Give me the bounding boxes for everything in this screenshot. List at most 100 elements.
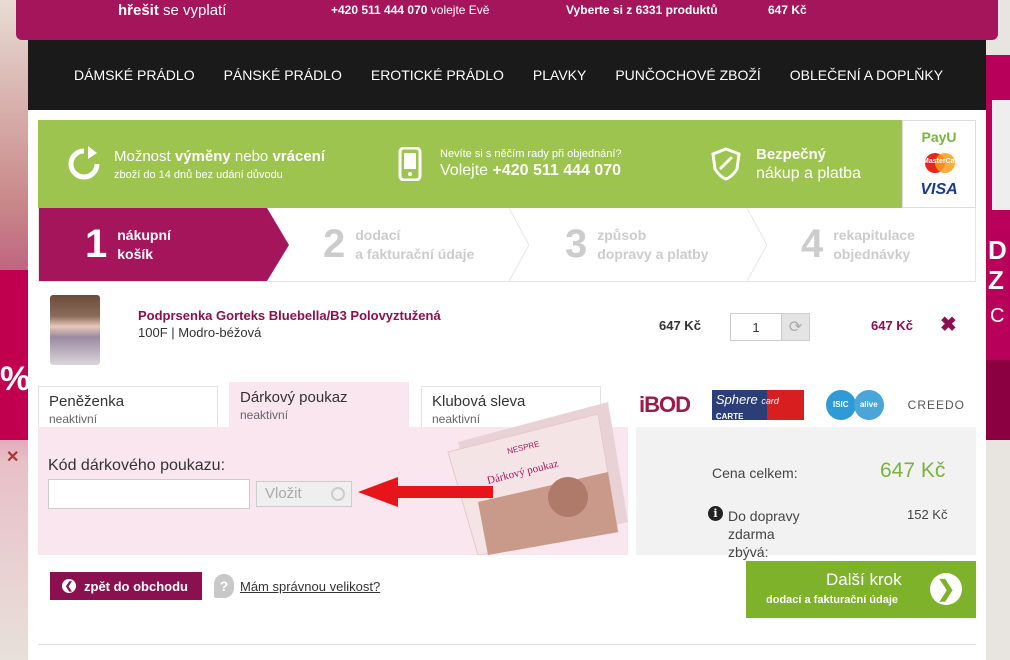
main-nav: DÁMSKÉ PRÁDLO PÁNSKÉ PRÁDLO EROTICKÉ PRÁ… bbox=[28, 40, 986, 110]
nav-damske-pradlo[interactable]: DÁMSKÉ PRÁDLO bbox=[74, 67, 195, 83]
page-container: hřešit se vyplatí +420 511 444 070 volej… bbox=[16, 0, 998, 660]
remove-item-icon[interactable]: ✖ bbox=[940, 312, 957, 337]
product-thumbnail[interactable] bbox=[50, 295, 100, 365]
order-summary: Cena celkem: 647 Kč i Do dopravy zdarma … bbox=[636, 427, 976, 560]
right-ad-package-image bbox=[992, 100, 1010, 210]
quantity-input[interactable] bbox=[730, 313, 782, 341]
benefit-return-sub: zboží do 14 dnů bez udání důvodu bbox=[114, 168, 283, 181]
benefit-secure-title: Bezpečný bbox=[756, 145, 827, 163]
refresh-quantity-icon[interactable]: ⟳ bbox=[782, 313, 810, 341]
benefit-advice: Nevíte si s něčím rady při objednání? Vo… bbox=[390, 120, 622, 208]
step-shipping: 3 způsob dopravy a platby bbox=[565, 208, 709, 281]
tab-voucher-status: neaktivní bbox=[240, 408, 289, 422]
right-ad-band bbox=[986, 360, 1010, 440]
line-total: 647 Kč bbox=[871, 318, 913, 333]
benefits-bar: Možnost výměny nebo vrácení zboží do 14 … bbox=[38, 120, 976, 208]
divider bbox=[38, 644, 976, 645]
product-variant: 100F | Modro-béžová bbox=[138, 325, 262, 340]
sphere-card-logo[interactable]: Sphere card CARTE bbox=[711, 389, 804, 421]
phone-icon bbox=[390, 144, 430, 184]
slogan-bold: hřešit bbox=[118, 2, 159, 19]
step-2-label: dodací a fakturační údaje bbox=[355, 226, 475, 262]
topbar-phone-note: volejte Evě bbox=[430, 3, 490, 17]
tab-voucher-title: Dárkový poukaz bbox=[240, 389, 348, 406]
isic-logo[interactable]: ISIC alive bbox=[825, 389, 886, 420]
benefit-secure-sub: nákup a platba bbox=[756, 164, 861, 182]
nav-eroticke-pradlo[interactable]: EROTICKÉ PRÁDLO bbox=[371, 67, 504, 83]
step-3-label: způsob dopravy a platby bbox=[597, 226, 709, 262]
payment-logos: PayU MasterCard VISA bbox=[902, 120, 976, 208]
chevron-right-icon: ❯ bbox=[930, 573, 962, 605]
topbar-phone[interactable]: +420 511 444 070 bbox=[331, 3, 427, 17]
checkout-steps: 1 nákupní košík 2 dodací a fakturační údaj… bbox=[38, 208, 976, 282]
left-ad-banner[interactable]: % ✕ bbox=[0, 0, 31, 660]
topbar-cart-total[interactable]: 647 Kč bbox=[768, 3, 807, 17]
mastercard-logo: MasterCard bbox=[921, 153, 962, 173]
product-name-link[interactable]: Podprsenka Gorteks Bluebella/B3 Polovyzt… bbox=[138, 308, 441, 323]
shield-icon bbox=[706, 144, 746, 184]
free-shipping-value: 152 Kč bbox=[907, 507, 948, 522]
right-ad-heading: DZ bbox=[988, 235, 1007, 295]
benefit-advice-call: Volejte +420 511 444 070 bbox=[440, 162, 622, 179]
unit-price: 647 Kč bbox=[659, 318, 701, 333]
nav-puncochove-zbozi[interactable]: PUNČOCHOVÉ ZBOŽÍ bbox=[615, 67, 760, 83]
visa-logo: VISA bbox=[920, 181, 958, 198]
voucher-code-label: Kód dárkového poukazu: bbox=[48, 457, 226, 474]
voucher-code-input[interactable] bbox=[48, 479, 250, 509]
apply-voucher-button[interactable]: Vložit bbox=[256, 481, 352, 507]
top-bar: hřešit se vyplatí +420 511 444 070 volej… bbox=[16, 0, 998, 40]
step-review: 4 rekapitulace objednávky bbox=[801, 208, 915, 281]
step-1-label: nákupní košík bbox=[117, 226, 171, 262]
left-ad-text: % bbox=[0, 360, 31, 398]
product-count: Vyberte si z 6331 produktů bbox=[566, 3, 718, 17]
quantity-control: ⟳ bbox=[730, 313, 810, 341]
nav-plavky[interactable]: PLAVKY bbox=[533, 67, 586, 83]
refresh-icon bbox=[64, 144, 104, 184]
size-help[interactable]: ? Mám správnou velikost? bbox=[214, 574, 380, 598]
payu-logo: PayU bbox=[921, 129, 957, 145]
next-step-button[interactable]: Další krok dodací a fakturační údaje ❯ bbox=[746, 561, 976, 618]
creedo-logo[interactable]: CREEDO bbox=[908, 398, 965, 412]
step-4-label: rekapitulace objednávky bbox=[833, 226, 915, 262]
step-4-number: 4 bbox=[801, 222, 824, 266]
red-arrow-icon bbox=[358, 477, 493, 507]
step-separator bbox=[747, 208, 767, 281]
info-icon[interactable]: i bbox=[708, 506, 723, 521]
benefit-secure: Bezpečný nákup a platba bbox=[706, 120, 861, 208]
partner-logos: iBOD Sphere card CARTE ISIC alive CREEDO bbox=[628, 382, 976, 427]
topbar-phone-group[interactable]: +420 511 444 070 volejte Evě bbox=[331, 3, 489, 17]
tab-wallet-title: Peněženka bbox=[49, 393, 125, 410]
back-button-label: zpět do obchodu bbox=[84, 578, 188, 594]
next-step-title: Další krok bbox=[826, 570, 902, 589]
tab-wallet-status: neaktivní bbox=[49, 412, 98, 426]
benefit-advice-line: Nevíte si s něčím rady při objednání? bbox=[440, 148, 622, 160]
step-separator bbox=[509, 208, 529, 281]
question-icon: ? bbox=[214, 574, 234, 598]
benefit-return-title: Možnost výměny nebo vrácení bbox=[114, 147, 325, 165]
size-help-link[interactable]: Mám správnou velikost? bbox=[240, 579, 380, 594]
ibod-logo[interactable]: iBOD bbox=[639, 392, 691, 418]
cart-item-row: Podprsenka Gorteks Bluebella/B3 Polovyzt… bbox=[38, 290, 976, 370]
total-label: Cena celkem: bbox=[712, 465, 798, 481]
free-shipping-label: Do dopravy zdarma zbývá: bbox=[728, 508, 800, 560]
tab-gift-voucher[interactable]: Dárkový poukaz neaktivní bbox=[229, 382, 409, 427]
step-1-number: 1 bbox=[85, 222, 108, 266]
slogan: hřešit se vyplatí bbox=[118, 2, 226, 19]
left-ad-panel bbox=[0, 270, 28, 440]
next-step-sub: dodací a fakturační údaje bbox=[766, 594, 899, 606]
right-ad-text: C bbox=[990, 305, 1005, 327]
step-2-number: 2 bbox=[323, 222, 346, 266]
back-to-shop-button[interactable]: ❮ zpět do obchodu bbox=[50, 572, 202, 600]
step-delivery: 2 dodací a fakturační údaje bbox=[323, 208, 474, 281]
step-cart: 1 nákupní košík bbox=[39, 208, 289, 281]
benefit-return: Možnost výměny nebo vrácení zboží do 14 … bbox=[64, 120, 325, 208]
nav-panske-pradlo[interactable]: PÁNSKÉ PRÁDLO bbox=[224, 67, 342, 83]
right-ad-banner[interactable]: DZ C bbox=[986, 0, 1010, 660]
tab-wallet[interactable]: Peněženka neaktivní bbox=[38, 386, 218, 427]
step-3-number: 3 bbox=[565, 222, 588, 266]
chevron-left-icon: ❮ bbox=[62, 579, 76, 593]
nav-obleceni[interactable]: OBLEČENÍ A DOPLŇKY bbox=[790, 67, 943, 83]
close-ad-icon[interactable]: ✕ bbox=[6, 447, 19, 467]
total-value: 647 Kč bbox=[880, 459, 946, 482]
spinner-icon bbox=[331, 487, 345, 501]
